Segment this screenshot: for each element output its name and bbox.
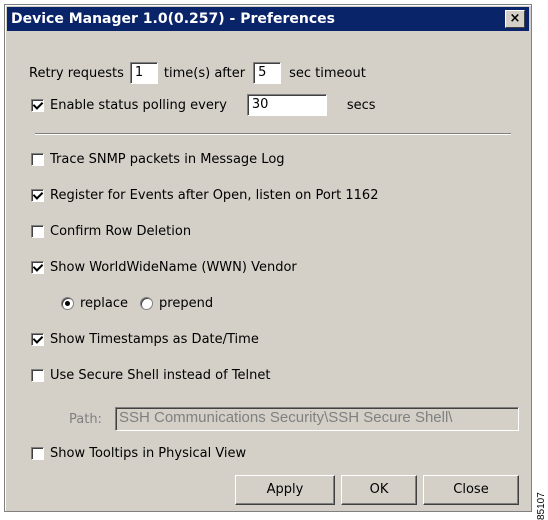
path-row: Path: xyxy=(69,407,102,431)
tooltips-checkbox[interactable] xyxy=(31,446,44,460)
wwn-replace-radio[interactable] xyxy=(61,296,74,310)
secure-shell-checkbox[interactable] xyxy=(31,368,44,382)
option-secure-shell[interactable]: Use Secure Shell instead of Telnet xyxy=(31,363,271,387)
ok-button[interactable]: OK xyxy=(341,475,417,505)
path-input[interactable]: SSH Communications Security\SSH Secure S… xyxy=(115,407,519,431)
retry-prefix-label: Retry requests xyxy=(29,65,124,81)
register-events-checkbox[interactable] xyxy=(31,188,44,202)
close-icon[interactable]: × xyxy=(505,10,525,28)
preferences-dialog: Device Manager 1.0(0.257) - Preferences … xyxy=(4,4,532,512)
title-bar[interactable]: Device Manager 1.0(0.257) - Preferences … xyxy=(7,7,529,31)
close-button[interactable]: Close xyxy=(423,475,519,505)
option-confirm-delete[interactable]: Confirm Row Deletion xyxy=(31,219,191,243)
polling-checkbox[interactable] xyxy=(31,98,44,112)
retry-suffix-label: sec timeout xyxy=(289,65,366,81)
retry-middle-label: time(s) after xyxy=(163,65,246,81)
option-show-wwn[interactable]: Show WorldWideName (WWN) Vendor xyxy=(31,255,297,279)
wwn-replace-label: replace xyxy=(80,295,129,311)
polling-interval-input[interactable]: 30 xyxy=(246,94,327,116)
confirm-delete-checkbox[interactable] xyxy=(31,224,44,238)
window-title: Device Manager 1.0(0.257) - Preferences xyxy=(11,11,335,27)
trace-snmp-label: Trace SNMP packets in Message Log xyxy=(50,151,285,167)
polling-row: Enable status polling every 30 secs xyxy=(31,93,376,117)
polling-label: Enable status polling every xyxy=(50,97,227,113)
retry-row: Retry requests 1 time(s) after 5 sec tim… xyxy=(29,61,366,85)
wwn-mode-row: replace prepend xyxy=(61,291,213,315)
figure-number: 85107 xyxy=(536,492,547,520)
show-wwn-label: Show WorldWideName (WWN) Vendor xyxy=(50,259,297,275)
trace-snmp-checkbox[interactable] xyxy=(31,152,44,166)
timestamps-label: Show Timestamps as Date/Time xyxy=(50,331,259,347)
path-label: Path: xyxy=(69,411,102,427)
confirm-delete-label: Confirm Row Deletion xyxy=(50,223,192,239)
timestamps-checkbox[interactable] xyxy=(31,332,44,346)
wwn-prepend-label: prepend xyxy=(159,295,214,311)
option-tooltips[interactable]: Show Tooltips in Physical View xyxy=(31,441,246,465)
option-timestamps[interactable]: Show Timestamps as Date/Time xyxy=(31,327,259,351)
register-events-label: Register for Events after Open, listen o… xyxy=(50,187,379,203)
retry-timeout-input[interactable]: 5 xyxy=(253,62,282,84)
show-wwn-checkbox[interactable] xyxy=(31,260,44,274)
option-trace-snmp[interactable]: Trace SNMP packets in Message Log xyxy=(31,147,285,171)
wwn-prepend-radio[interactable] xyxy=(140,296,154,310)
retry-count-input[interactable]: 1 xyxy=(129,62,158,84)
separator xyxy=(35,133,511,135)
tooltips-label: Show Tooltips in Physical View xyxy=(50,445,247,461)
polling-suffix-label: secs xyxy=(346,97,376,113)
option-register-events[interactable]: Register for Events after Open, listen o… xyxy=(31,183,378,207)
secure-shell-label: Use Secure Shell instead of Telnet xyxy=(50,367,271,383)
apply-button[interactable]: Apply xyxy=(235,475,335,505)
